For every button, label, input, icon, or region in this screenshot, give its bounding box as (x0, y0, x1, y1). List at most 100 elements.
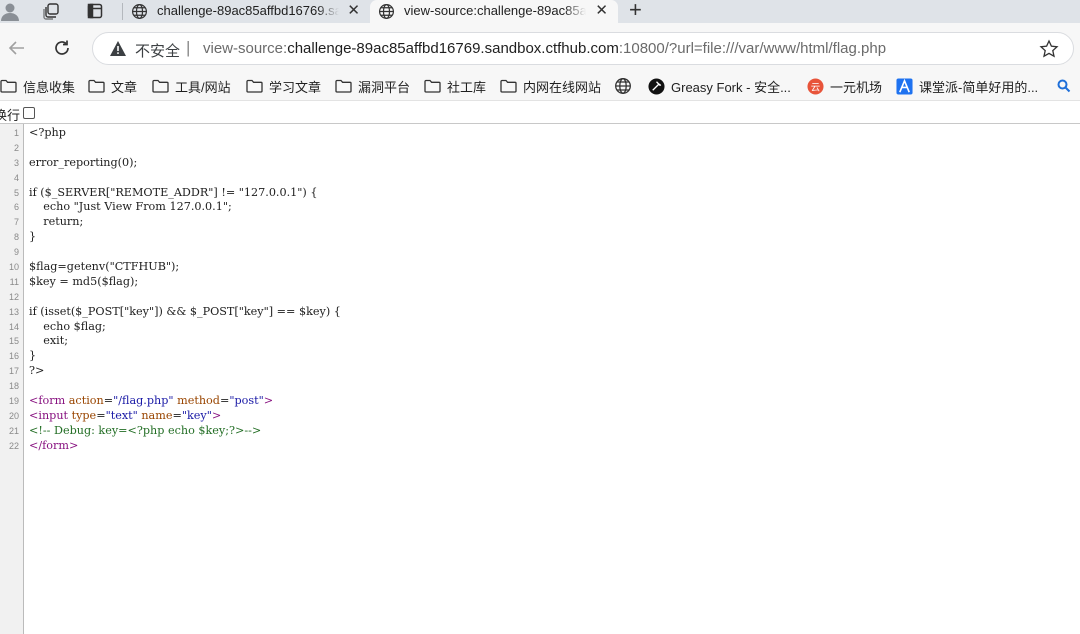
tab-title: view-source:challenge-89ac85affbd16769.s… (404, 3, 586, 18)
vertical-tabs-icon[interactable] (85, 2, 105, 20)
code-token: "key" (181, 408, 212, 422)
line-number: 15 (8, 336, 19, 347)
search-icon[interactable] (1057, 79, 1071, 98)
line-code: if ($_SERVER["REMOTE_ADDR"] != "127.0.0.… (29, 185, 318, 199)
url-path: :10800/?url=file:///var/www/html/flag.ph… (618, 40, 887, 57)
line-number: 10 (8, 262, 19, 273)
airport-icon: 云 (807, 77, 824, 95)
source-line: 2 (0, 141, 1080, 156)
code-token: = (96, 408, 106, 422)
source-line: 3 error_reporting(0); (0, 156, 1080, 171)
code-token: = (103, 394, 114, 408)
close-tab-icon[interactable]: ✕ (347, 3, 360, 19)
source-code: 1 <?php 2 3 error_reporting(0); 4 5 if ($_SERVE… (0, 126, 1080, 454)
back-arrow-icon[interactable] (6, 37, 28, 59)
code-token: "text" (105, 408, 138, 422)
line-wrap-label: 换行 (0, 108, 21, 123)
line-number: 4 (13, 172, 19, 183)
source-line: 17 ?> (0, 364, 1080, 379)
code-token: "/flag.php" (113, 394, 174, 408)
tab-challenge[interactable]: challenge-89ac85affbd16769.sandbox.ctfhu… (123, 0, 370, 23)
bookmark-airport[interactable]: 云 一元机场 (807, 77, 882, 95)
folder-icon (335, 79, 352, 93)
line-code: exit; (29, 334, 68, 348)
reload-icon[interactable] (51, 37, 73, 59)
source-line: 12 (0, 290, 1080, 305)
code-token: "post" (229, 394, 264, 408)
bookmark-folder[interactable]: 学习文章 (246, 77, 321, 95)
bookmark-label: Greasy Fork - 安全... (671, 79, 791, 95)
globe-icon (615, 78, 631, 94)
source-line: 4 (0, 171, 1080, 186)
address-bar[interactable]: 不安全 | view-source:challenge-89ac85affbd1… (92, 32, 1074, 65)
source-line: 16} (0, 349, 1080, 364)
source-line: 1 <?php (0, 126, 1080, 141)
bookmark-globe[interactable] (614, 77, 638, 95)
ketangpai-icon (896, 77, 913, 95)
folder-icon (152, 79, 169, 93)
bookmark-label: 一元机场 (830, 79, 883, 95)
line-number: 8 (13, 232, 19, 243)
line-code: $flag=getenv("CTFHUB"); (29, 260, 180, 274)
line-number: 21 (8, 425, 19, 436)
line-number: 12 (8, 291, 19, 302)
bookmark-label: 漏洞平台 (358, 79, 411, 95)
folder-icon (246, 79, 263, 93)
url-text[interactable]: view-source:challenge-89ac85affbd16769.s… (203, 40, 886, 57)
line-code: <input type="text" name="key"> (29, 409, 221, 424)
svg-text:云: 云 (811, 82, 820, 93)
bookmark-ketangpai[interactable]: 课堂派-简单好用的... (896, 77, 1038, 95)
close-tab-icon[interactable]: ✕ (595, 3, 608, 19)
source-line: 20 <input type="text" name="key"> (0, 409, 1080, 424)
bookmark-folder[interactable]: 漏洞平台 (335, 77, 410, 95)
line-code: </form> (29, 439, 78, 454)
code-token: = (172, 408, 182, 422)
omnibox-divider: | (186, 38, 191, 57)
bookmark-label: 信息收集 (23, 79, 76, 95)
line-wrap-checkbox[interactable] (23, 107, 35, 119)
warning-icon[interactable] (109, 40, 127, 62)
line-number: 11 (9, 276, 19, 287)
bookmark-folder[interactable]: 工具/网站 (152, 77, 231, 95)
globe-icon (378, 3, 395, 23)
source-line: 21 <!-- Debug: key=<?php echo $key;?>--> (0, 424, 1080, 439)
folder-icon (500, 79, 517, 93)
bookmark-folder[interactable]: 信息收集 (0, 77, 75, 95)
source-line: 10 $flag=getenv("CTFHUB"); (0, 260, 1080, 275)
source-line: 15 exit; (0, 334, 1080, 349)
bookmark-label: 文章 (111, 79, 138, 95)
security-label[interactable]: 不安全 (135, 40, 180, 61)
line-code: } (29, 230, 37, 244)
new-tab-icon[interactable]: + (629, 0, 642, 21)
line-number: 13 (8, 306, 19, 317)
profile-avatar-icon[interactable] (0, 2, 20, 21)
code-token: method (173, 394, 220, 408)
line-number: 16 (8, 351, 19, 362)
bookmark-folder[interactable]: 文章 (88, 77, 137, 95)
line-code: <form action="/flag.php" method="post"> (29, 394, 273, 409)
code-token: > (263, 394, 274, 408)
line-code: <!-- Debug: key=<?php echo $key;?>--> (29, 424, 261, 439)
globe-icon (131, 3, 148, 23)
line-number: 18 (8, 381, 19, 392)
tab-strip: challenge-89ac85affbd16769.sandbox.ctfhu… (0, 0, 1080, 23)
tab-view-source[interactable]: view-source:challenge-89ac85affbd16769.s… (370, 0, 618, 23)
folder-icon (88, 79, 105, 93)
source-line: 6 echo "Just View From 127.0.0.1"; (0, 200, 1080, 215)
tab-title: challenge-89ac85affbd16769.sandbox.ctfhu… (157, 3, 339, 18)
bookmark-folder[interactable]: 内网在线网站 (500, 77, 601, 95)
code-token: > (211, 408, 222, 422)
line-number: 3 (13, 157, 19, 168)
line-code: $key = md5($flag); (29, 274, 139, 288)
line-code: } (29, 349, 37, 363)
source-line: 7 return; (0, 215, 1080, 230)
workspaces-icon[interactable] (41, 2, 61, 20)
bookmark-folder[interactable]: 社工库 (424, 77, 486, 95)
line-code: echo $flag; (29, 319, 106, 333)
line-number: 14 (8, 321, 19, 332)
line-code: error_reporting(0); (29, 155, 138, 169)
bookmark-greasyfork[interactable]: Greasy Fork - 安全... (648, 77, 791, 95)
source-line: 18 (0, 379, 1080, 394)
code-token: </form> (29, 438, 79, 452)
star-icon[interactable] (1039, 39, 1059, 64)
